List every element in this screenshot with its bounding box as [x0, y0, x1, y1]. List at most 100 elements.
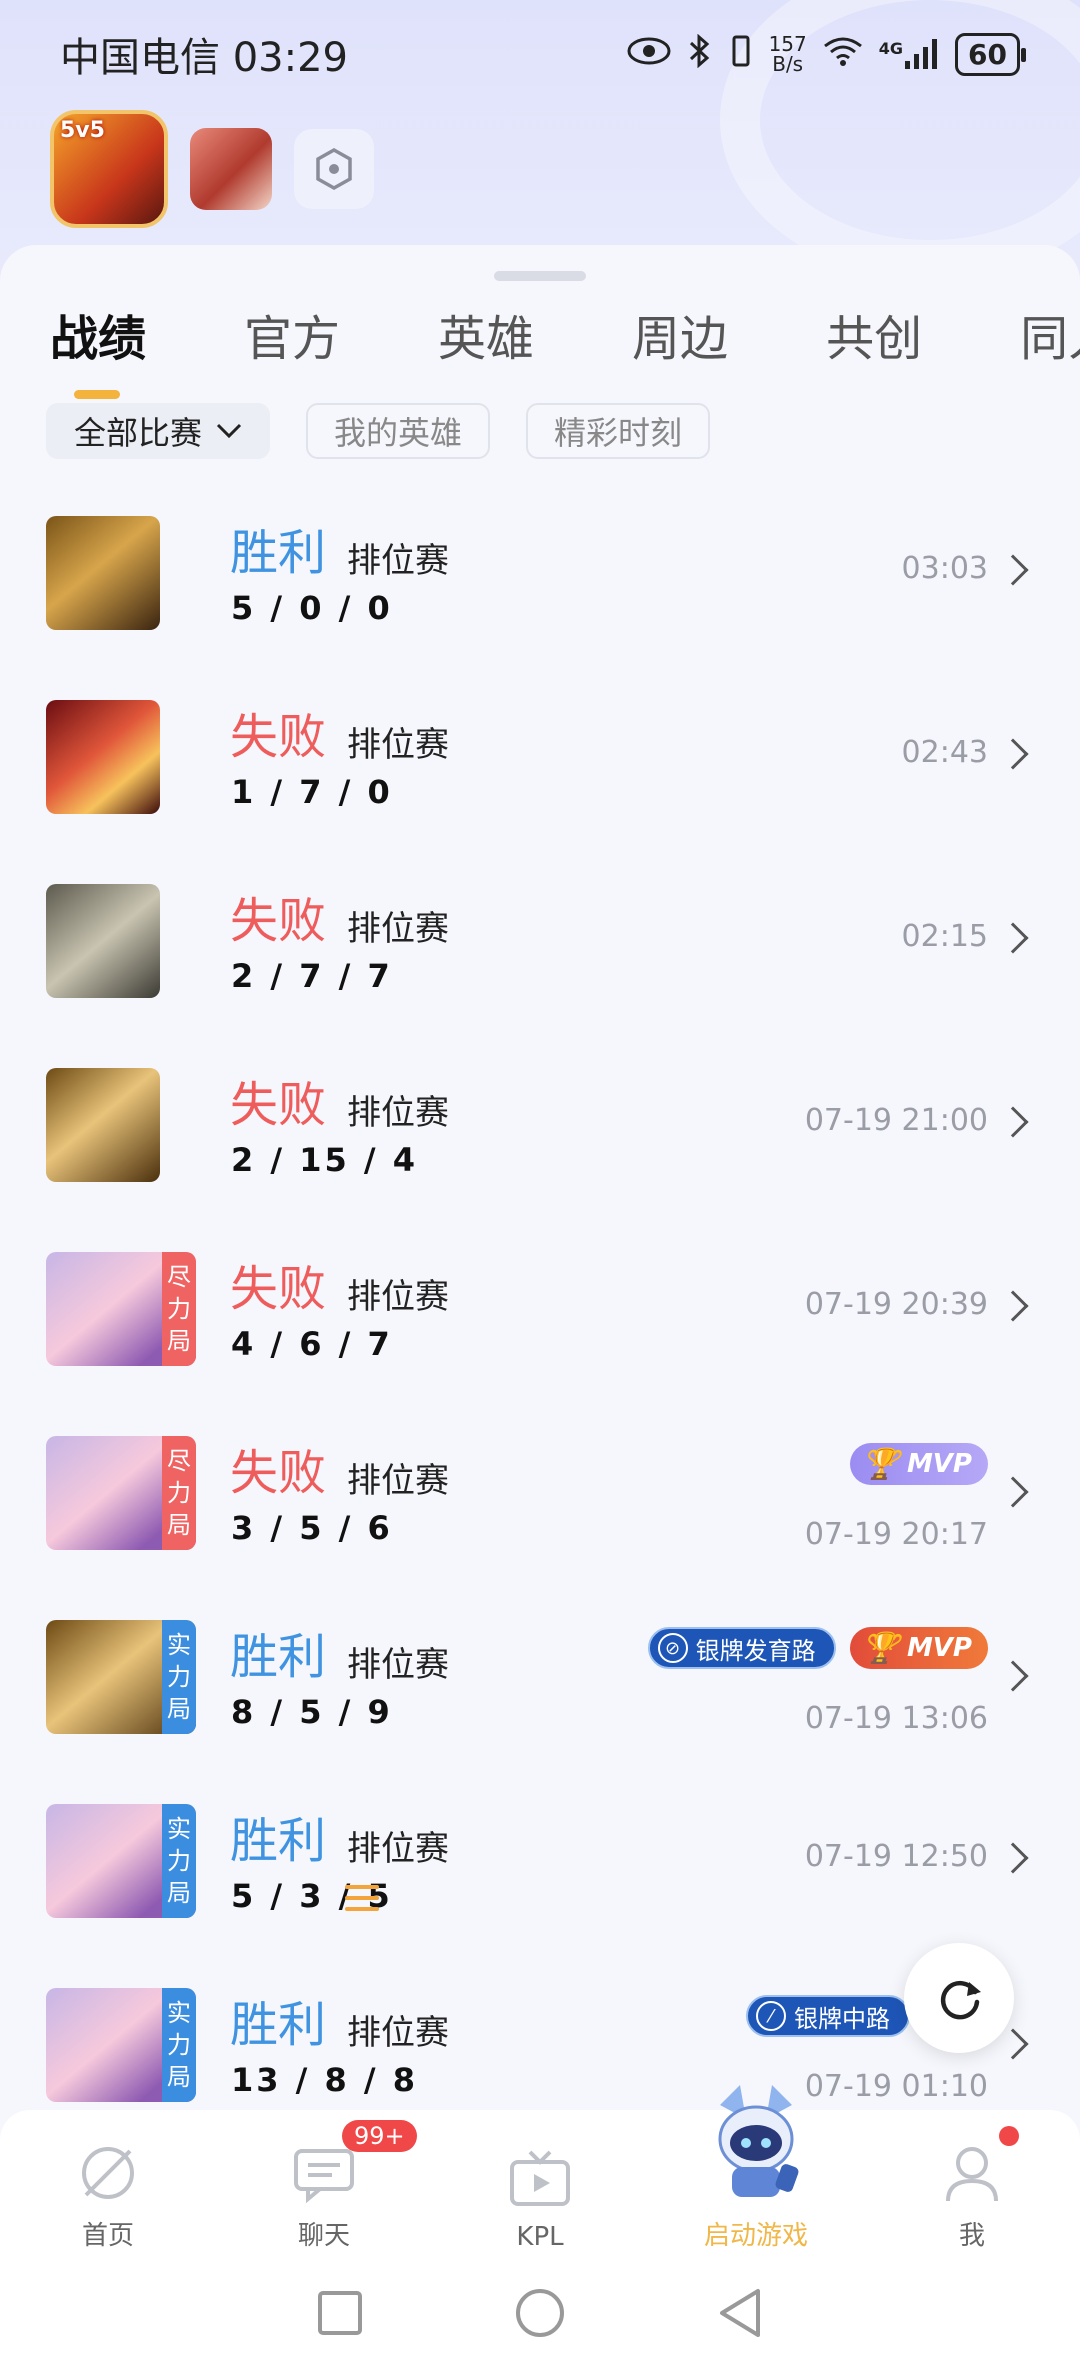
network-speed: 157 B/s [768, 32, 807, 76]
match-mode: 排位赛 [347, 1277, 449, 1317]
chevron-down-icon [216, 417, 242, 445]
mascot-icon [706, 2075, 806, 2205]
hero-avatar: 实力局 [46, 1804, 196, 1918]
position-badge: ⁄ 银牌中路 [746, 1995, 910, 2037]
eye-icon [627, 36, 671, 73]
tab-bar: 战绩 官方 英雄 周边 共创 同人 [50, 299, 1080, 399]
chevron-right-icon [997, 2028, 1029, 2060]
match-result: 失败 [230, 1077, 327, 1133]
refresh-button[interactable] [904, 1943, 1014, 2053]
match-row[interactable]: 失败 排位赛 2 / 15 / 4 07-19 21:00 [0, 1055, 1080, 1239]
recents-icon[interactable] [316, 2289, 364, 2341]
refresh-icon [940, 1981, 981, 2020]
system-nav-bar [0, 2280, 1080, 2350]
match-time: 07-19 20:39 [804, 1287, 988, 1322]
all-matches-dropdown[interactable]: 全部比赛 [46, 403, 271, 459]
tab-cocreate[interactable]: 共创 [826, 299, 922, 369]
tab-heroes[interactable]: 英雄 [438, 299, 534, 369]
mvp-badge: 🏆 MVP [849, 1627, 988, 1669]
skill-tag: 实力局 [162, 1804, 196, 1918]
match-mode: 排位赛 [347, 909, 449, 949]
chevron-right-icon [997, 1842, 1029, 1874]
match-time: 02:15 [901, 919, 988, 954]
home-icon [76, 2141, 140, 2205]
match-kda: 3 / 5 / 6 [231, 1509, 393, 1547]
tab-official[interactable]: 官方 [244, 299, 340, 369]
match-row[interactable]: 失败 排位赛 2 / 7 / 7 02:15 [0, 871, 1080, 1055]
match-row[interactable]: 实力局 胜利 排位赛 8 / 5 / 9 ⊘ 银牌发育路 🏆 MVP 07-19… [0, 1607, 1080, 1791]
nav-chat[interactable]: 99+ 聊天 [216, 2110, 432, 2260]
match-kda: 5 / 0 / 0 [231, 589, 393, 627]
match-time: 03:03 [901, 551, 988, 586]
hero-avatar [46, 516, 160, 630]
match-mode: 排位赛 [347, 1645, 449, 1685]
match-time: 02:43 [901, 735, 988, 770]
bluetooth-icon [687, 33, 713, 75]
second-game-icon[interactable] [190, 128, 272, 210]
match-row[interactable]: 尽力局 失败 排位赛 4 / 6 / 7 07-19 20:39 [0, 1239, 1080, 1423]
chevron-right-icon [997, 1106, 1029, 1138]
match-result: 失败 [230, 1445, 327, 1501]
hexagon-icon [316, 147, 352, 191]
hero-avatar: 尽力局 [46, 1436, 196, 1550]
nav-kpl[interactable]: KPL [432, 2110, 648, 2260]
content-sheet: 战绩 官方 英雄 周边 共创 同人 全部比赛 我的英雄 精彩时刻 胜利 排位赛 … [0, 245, 1080, 2375]
hero-avatar: 尽力局 [46, 1252, 196, 1366]
match-row[interactable]: 失败 排位赛 1 / 7 / 0 02:43 [0, 687, 1080, 871]
my-heroes-filter[interactable]: 我的英雄 [306, 403, 491, 459]
badges: 🏆 MVP [849, 1443, 988, 1485]
match-row[interactable]: 尽力局 失败 排位赛 3 / 5 / 6 🏆 MVP 07-19 20:17 [0, 1423, 1080, 1607]
match-kda: 1 / 7 / 0 [231, 773, 393, 811]
user-icon [940, 2141, 1004, 2205]
chevron-right-icon [997, 1660, 1029, 1692]
match-result: 失败 [230, 893, 327, 949]
match-time: 07-19 01:10 [804, 2069, 988, 2104]
position-badge: ⊘ 银牌发育路 [647, 1627, 836, 1669]
trophy-icon: 🏆 [861, 1630, 899, 1666]
hero-avatar: 实力局 [46, 1988, 196, 2102]
match-list: 胜利 排位赛 5 / 0 / 0 03:03 失败 排位赛 1 / 7 / 0 … [0, 503, 1080, 2159]
wifi-icon [823, 36, 863, 73]
drag-handle[interactable] [494, 271, 586, 281]
vibrate-icon [729, 34, 753, 75]
match-time: 07-19 20:17 [804, 1517, 988, 1552]
match-mode: 排位赛 [347, 1093, 449, 1133]
tab-merch[interactable]: 周边 [632, 299, 728, 369]
chevron-right-icon [997, 922, 1029, 954]
skill-tag: 实力局 [162, 1620, 196, 1734]
highlights-filter[interactable]: 精彩时刻 [526, 403, 711, 459]
tab-fanart[interactable]: 同人 [1020, 299, 1080, 369]
nav-home[interactable]: 首页 [0, 2110, 216, 2260]
mvp-badge: 🏆 MVP [849, 1443, 988, 1485]
effort-tag: 尽力局 [162, 1252, 196, 1366]
match-result: 胜利 [230, 1629, 327, 1685]
chat-icon [292, 2141, 356, 2205]
chat-badge: 99+ [342, 2120, 417, 2152]
hero-avatar: 实力局 [46, 1620, 196, 1734]
match-mode: 排位赛 [347, 725, 449, 765]
nav-launch-game[interactable]: 启动游戏 [648, 2085, 864, 2260]
battery-indicator: 60 [955, 32, 1026, 76]
hero-avatar [46, 884, 160, 998]
chevron-right-icon [997, 1290, 1029, 1322]
hero-avatar [46, 700, 160, 814]
match-row[interactable]: 胜利 排位赛 5 / 0 / 0 03:03 [0, 503, 1080, 687]
more-games-button[interactable] [294, 129, 374, 209]
match-kda: 8 / 5 / 9 [231, 1693, 393, 1731]
chevron-right-icon [997, 1476, 1029, 1508]
slash-icon: ⁄ [756, 2001, 786, 2031]
skill-tag: 实力局 [162, 1988, 196, 2102]
tab-records[interactable]: 战绩 [50, 299, 146, 399]
match-time: 07-19 12:50 [804, 1839, 988, 1874]
match-kda: 2 / 15 / 4 [231, 1141, 418, 1179]
match-kda: 2 / 7 / 7 [231, 957, 393, 995]
match-result: 失败 [230, 709, 327, 765]
honor-of-kings-icon[interactable]: 5v5 [50, 110, 168, 228]
back-icon[interactable] [716, 2287, 764, 2343]
match-mode: 排位赛 [347, 1829, 449, 1869]
filter-bar: 全部比赛 我的英雄 精彩时刻 [46, 403, 711, 459]
home-circle-icon[interactable] [514, 2287, 566, 2343]
match-row[interactable]: 实力局 胜利 排位赛 5 / 3 / 5 07-19 12:50 [0, 1791, 1080, 1975]
nav-me[interactable]: 我 [864, 2110, 1080, 2260]
match-time: 07-19 21:00 [804, 1103, 988, 1138]
